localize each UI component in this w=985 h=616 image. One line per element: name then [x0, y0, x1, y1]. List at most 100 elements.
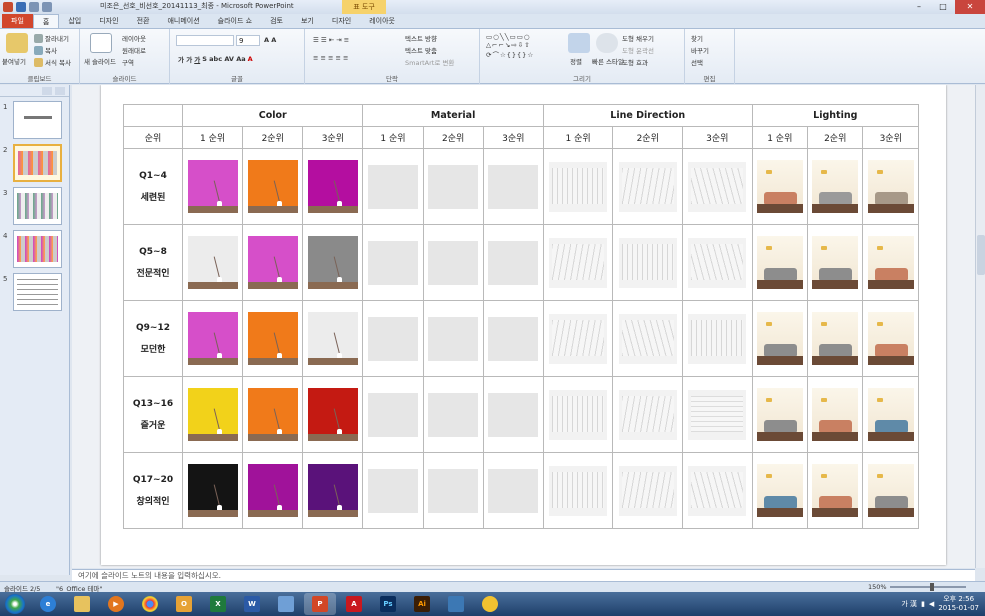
group-font: 9 A A 가 가 가 S abc AV Aa A 글꼴: [170, 29, 305, 84]
find-button[interactable]: 찾기: [691, 33, 703, 43]
taskbar-ie[interactable]: e: [32, 593, 64, 615]
arrange-icon[interactable]: [568, 33, 590, 53]
align-icons[interactable]: ≡ ≡ ≡ ≡ ≡: [313, 54, 349, 62]
scrollbar-thumb[interactable]: [977, 235, 985, 275]
shapes-gallery[interactable]: ▭○╲╲▭▭○ △⌐⌐↘⇨⇩⇧ ⟳⌒☆{}{}☆: [486, 33, 534, 59]
taskbar-media[interactable]: ▶: [100, 593, 132, 615]
tab-view[interactable]: 보기: [292, 14, 323, 28]
tab-table-design[interactable]: 디자인: [323, 14, 360, 28]
zoom-level[interactable]: 150%: [868, 583, 887, 591]
material-sample-image: [428, 316, 479, 361]
slide-thumbnail-5[interactable]: [13, 273, 62, 311]
new-slide-icon[interactable]: [90, 33, 112, 53]
arrange-button[interactable]: 정렬: [570, 56, 582, 66]
slide-thumbnail-2[interactable]: [13, 144, 62, 182]
tab-slideshow[interactable]: 슬라이드 쇼: [209, 14, 261, 28]
redo-icon[interactable]: [42, 2, 52, 12]
layout-button[interactable]: 레이아웃: [122, 33, 146, 43]
select-button[interactable]: 선택: [691, 57, 703, 67]
tab-animations[interactable]: 애니메이션: [158, 14, 208, 28]
preference-table[interactable]: Color Material Line Direction Lighting 순…: [123, 104, 920, 529]
undo-icon[interactable]: [29, 2, 39, 12]
zoom-slider-thumb[interactable]: [930, 583, 934, 591]
taskbar-chrome[interactable]: [134, 593, 166, 615]
tab-home[interactable]: 홈: [32, 14, 60, 28]
pane-close-icon[interactable]: [55, 86, 65, 95]
adjective-label: 모던한: [140, 344, 166, 355]
tab-review[interactable]: 검토: [261, 14, 292, 28]
app-icon[interactable]: [3, 2, 13, 12]
ribbon-tabs: 파일 홈 삽입 디자인 전환 애니메이션 슬라이드 쇼 검토 보기 디자인 레이…: [0, 14, 985, 29]
taskbar-notepad[interactable]: [270, 593, 302, 615]
minimize-button[interactable]: –: [907, 0, 931, 14]
shape-fill-button[interactable]: 도형 채우기: [622, 33, 654, 43]
close-button[interactable]: ✕: [955, 0, 985, 14]
notes-pane[interactable]: 여기에 슬라이드 노트의 내용을 입력하십시오.: [72, 569, 975, 581]
material-sample-image: [428, 392, 479, 437]
text-direction-button[interactable]: 텍스트 방향: [405, 33, 437, 43]
taskbar-powerpoint[interactable]: P: [304, 593, 336, 615]
material-sample-image: [488, 316, 539, 361]
material-sample-image: [367, 164, 418, 209]
image-cell: [242, 148, 304, 225]
volume-icon[interactable]: ◀: [929, 600, 934, 608]
status-bar: 슬라이드 2/5 "6_Office 테마" 150%: [0, 581, 985, 593]
slide-thumbnail-1[interactable]: [13, 101, 62, 139]
rank-header: 1 순위: [542, 126, 614, 149]
slide-thumbnail-3[interactable]: [13, 187, 62, 225]
row-label-cell: Q5~8 전문적인: [123, 224, 183, 301]
smartart-button[interactable]: SmartArt로 변환: [405, 57, 454, 67]
slide-thumbnail-4[interactable]: [13, 230, 62, 268]
cut-button[interactable]: 잘라내기: [34, 33, 69, 43]
tab-design[interactable]: 디자인: [90, 14, 127, 28]
zoom-slider[interactable]: [890, 583, 966, 591]
grow-font-icon[interactable]: A A: [264, 36, 276, 44]
color-sample-image: [187, 312, 238, 365]
clock[interactable]: 오후 2:56 2015-01-07: [938, 595, 979, 613]
format-painter-button[interactable]: 서식 복사: [34, 57, 71, 67]
font-size-box[interactable]: 9: [236, 35, 260, 46]
new-slide-button[interactable]: 새 슬라이드: [84, 56, 116, 66]
tab-table-layout[interactable]: 레이아웃: [360, 14, 404, 28]
quick-styles-icon[interactable]: [596, 33, 618, 53]
color-sample-image: [307, 160, 358, 213]
image-cell: [482, 376, 544, 453]
shape-outline-button[interactable]: 도형 윤곽선: [622, 45, 654, 55]
shape-effects-button[interactable]: 도형 효과: [622, 57, 648, 67]
taskbar-messenger[interactable]: [474, 593, 506, 615]
taskbar-excel[interactable]: X: [202, 593, 234, 615]
taskbar-explorer[interactable]: [66, 593, 98, 615]
paste-button[interactable]: 붙여넣기: [2, 56, 26, 66]
slides-tab[interactable]: [42, 86, 52, 95]
taskbar-acrobat[interactable]: A: [338, 593, 370, 615]
network-icon[interactable]: ▮: [921, 600, 925, 608]
quick-styles-button[interactable]: 빠른 스타일: [592, 56, 624, 66]
taskbar-photoshop[interactable]: Ps: [372, 593, 404, 615]
font-format-buttons[interactable]: 가 가 가 S abc AV Aa A: [178, 54, 253, 64]
section-button[interactable]: 구역: [122, 57, 134, 67]
taskbar-screen[interactable]: [440, 593, 472, 615]
reset-button[interactable]: 원래대로: [122, 45, 146, 55]
excel-icon: X: [210, 596, 226, 612]
vertical-scrollbar[interactable]: [975, 85, 985, 568]
align-text-button[interactable]: 텍스트 맞춤: [405, 45, 437, 55]
paste-icon[interactable]: [6, 33, 28, 53]
maximize-button[interactable]: □: [931, 0, 955, 14]
ime-indicator[interactable]: 가 漢: [901, 599, 917, 609]
taskbar-illustrator[interactable]: Ai: [406, 593, 438, 615]
copy-button[interactable]: 복사: [34, 45, 57, 55]
tab-file[interactable]: 파일: [2, 14, 33, 28]
save-icon[interactable]: [16, 2, 26, 12]
thumb-grid: [17, 279, 58, 305]
slide-number: 1: [3, 103, 8, 111]
font-name-box[interactable]: [176, 35, 234, 46]
image-cell: [242, 300, 304, 377]
tab-transitions[interactable]: 전환: [128, 14, 159, 28]
slide-canvas: Color Material Line Direction Lighting 순…: [72, 85, 975, 568]
start-button[interactable]: [0, 592, 30, 616]
bullets-icon[interactable]: ☰ ☰ ⇤ ⇥ ≡: [313, 36, 349, 44]
taskbar-outlook[interactable]: O: [168, 593, 200, 615]
replace-button[interactable]: 바꾸기: [691, 45, 709, 55]
taskbar-word[interactable]: W: [236, 593, 268, 615]
tab-insert[interactable]: 삽입: [59, 14, 90, 28]
